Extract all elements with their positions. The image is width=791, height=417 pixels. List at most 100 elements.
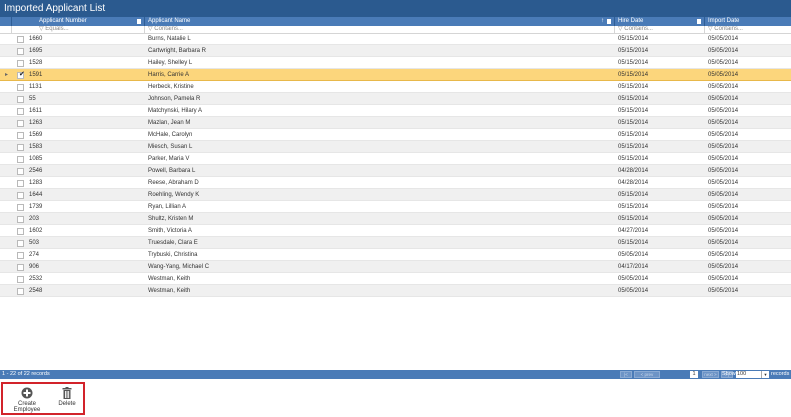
row-checkbox[interactable] [17, 155, 24, 163]
table-row[interactable]: 2548 Westman, Keith 05/05/2014 05/05/2014 [0, 285, 791, 297]
sort-ascending-icon: ↑ [601, 18, 604, 24]
cell-import-date: 05/05/2014 [708, 228, 739, 234]
cell-applicant-name: Powell, Barbara L [148, 168, 196, 174]
column-menu-icon[interactable] [697, 19, 701, 24]
row-checkbox[interactable] [17, 119, 24, 127]
row-checkbox[interactable] [17, 287, 24, 295]
header-select-cell [0, 17, 12, 26]
header-import-date[interactable]: Import Date [705, 17, 791, 26]
cell-import-date: 05/05/2014 [708, 36, 739, 42]
row-checkbox[interactable] [17, 215, 24, 223]
delete-button[interactable]: Delete [54, 387, 80, 407]
table-row[interactable]: 1644 Roehling, Wendy K 05/15/2014 05/05/201… [0, 189, 791, 201]
cell-hire-date: 05/15/2014 [618, 132, 649, 138]
cell-applicant-number: 55 [29, 96, 36, 102]
prev-page-button[interactable]: < prev [634, 371, 660, 378]
table-row[interactable]: 1611 Matchynski, Hilary A 05/15/2014 05/05/… [0, 105, 791, 117]
cell-applicant-number: 1085 [29, 156, 43, 162]
header-applicant-name[interactable]: Applicant Name ↑ [145, 17, 615, 26]
filter-import-date[interactable]: ▽ Contains... [705, 26, 791, 33]
filter-applicant-number[interactable]: ▽ Equals... [12, 26, 145, 33]
table-row[interactable]: 1131 Herbeck, Kristine 05/15/2014 05/05/201… [0, 81, 791, 93]
next-page-button[interactable]: next > [702, 371, 719, 378]
cell-import-date: 05/05/2014 [708, 144, 739, 150]
header-applicant-name-label: Applicant Name [148, 18, 191, 24]
table-row[interactable]: 1602 Smith, Victoria A 04/27/2014 05/05/201… [0, 225, 791, 237]
cell-applicant-number: 1131 [29, 84, 42, 90]
table-row[interactable]: 1528 Hailey, Shelley L 05/15/2014 05/05/201… [0, 57, 791, 69]
row-checkbox[interactable]: ✔ [17, 71, 25, 79]
cell-applicant-name: Miesch, Susan L [148, 144, 193, 150]
header-applicant-number[interactable]: Applicant Number [12, 17, 145, 26]
row-checkbox[interactable] [17, 227, 24, 235]
table-row[interactable]: 2532 Westman, Keith 05/05/2014 05/05/2014 [0, 273, 791, 285]
table-row[interactable]: 274 Trybuski, Christina 05/05/2014 05/05/20… [0, 249, 791, 261]
row-checkbox[interactable] [17, 263, 24, 271]
cell-applicant-name: Cartwright, Barbara R [148, 48, 207, 54]
row-checkbox[interactable] [17, 131, 24, 139]
table-row[interactable]: 55 Johnson, Pamela R 05/15/2014 05/05/2014 [0, 93, 791, 105]
first-page-button[interactable]: |< [620, 371, 632, 378]
row-checkbox[interactable] [17, 251, 24, 259]
create-employee-button[interactable]: Create Employee [5, 387, 49, 413]
row-checkbox[interactable] [17, 83, 24, 91]
current-page-input[interactable]: 1 [690, 371, 698, 378]
table-row[interactable]: 503 Truesdale, Clara E 05/15/2014 05/05/201… [0, 237, 791, 249]
cell-applicant-number: 906 [29, 264, 40, 270]
row-checkbox[interactable] [17, 107, 24, 115]
table-row[interactable]: 1569 McHale, Carolyn 05/15/2014 05/05/2014 [0, 129, 791, 141]
row-checkbox[interactable] [17, 191, 24, 199]
column-menu-icon[interactable] [137, 19, 141, 24]
filter-applicant-name[interactable]: ▽ Contains... [145, 26, 615, 33]
row-checkbox[interactable] [17, 179, 24, 187]
cell-import-date: 05/05/2014 [708, 72, 739, 78]
cell-applicant-number: 1569 [29, 132, 43, 138]
cell-applicant-number: 1583 [29, 144, 43, 150]
page-size-select[interactable]: 100 [736, 371, 761, 378]
cell-import-date: 05/05/2014 [708, 108, 739, 114]
cell-applicant-number: 1695 [29, 48, 43, 54]
cell-applicant-number: 2532 [29, 276, 43, 282]
table-row[interactable]: 2546 Powell, Barbara L 04/28/2014 05/05/201… [0, 165, 791, 177]
header-hire-date[interactable]: Hire Date [615, 17, 705, 26]
cell-applicant-name: Ryan, Lillian A [148, 204, 187, 210]
cell-hire-date: 05/15/2014 [618, 72, 649, 78]
cell-applicant-name: Parker, Maria V [148, 156, 190, 162]
row-checkbox[interactable] [17, 239, 24, 247]
table-row[interactable]: 1695 Cartwright, Barbara R 05/15/2014 05/05… [0, 45, 791, 57]
cell-import-date: 05/05/2014 [708, 132, 739, 138]
cell-applicant-name: Roehling, Wendy K [148, 192, 200, 198]
cell-hire-date: 05/15/2014 [618, 192, 649, 198]
cell-applicant-name: Harris, Carrie A [148, 72, 190, 78]
table-row[interactable]: 203 Shultz, Kristen M 05/15/2014 05/05/2014 [0, 213, 791, 225]
table-row[interactable]: 1283 Reese, Abraham D 04/28/2014 05/05/2014 [0, 177, 791, 189]
cell-applicant-name: Trybuski, Christina [148, 252, 198, 258]
row-checkbox[interactable] [17, 59, 24, 67]
delete-label: Delete [58, 401, 76, 407]
table-row[interactable]: ▸ ✔ 1591 Harris, Carrie A 05/15/2014 05/05/20… [0, 69, 791, 81]
cell-hire-date: 05/15/2014 [618, 216, 649, 222]
row-checkbox[interactable] [17, 203, 24, 211]
cell-applicant-name: Wang-Yang, Michael C [148, 264, 210, 270]
chevron-down-icon[interactable]: ▼ [761, 371, 769, 378]
row-checkbox[interactable] [17, 35, 24, 43]
column-menu-icon[interactable] [607, 19, 611, 24]
cell-import-date: 05/05/2014 [708, 252, 739, 258]
table-row[interactable]: 1085 Parker, Maria V 05/15/2014 05/05/2014 [0, 153, 791, 165]
table-row[interactable]: 1660 Burns, Natalie L 05/15/2014 05/05/2014 [0, 33, 791, 45]
cell-applicant-name: Matchynski, Hilary A [148, 108, 203, 114]
cell-applicant-name: Hailey, Shelley L [148, 60, 193, 66]
row-checkbox[interactable] [17, 95, 24, 103]
filter-hire-date[interactable]: ▽ Contains... [615, 26, 705, 33]
cell-applicant-number: 1644 [29, 192, 43, 198]
table-row[interactable]: 1583 Miesch, Susan L 05/15/2014 05/05/2014 [0, 141, 791, 153]
cell-applicant-name: Burns, Natalie L [148, 36, 191, 42]
row-checkbox[interactable] [17, 167, 24, 175]
cell-applicant-name: Reese, Abraham D [148, 180, 199, 186]
table-row[interactable]: 1263 Mazlan, Jean M 05/15/2014 05/05/2014 [0, 117, 791, 129]
table-row[interactable]: 1739 Ryan, Lillian A 05/15/2014 05/05/2014 [0, 201, 791, 213]
row-checkbox[interactable] [17, 47, 24, 55]
row-checkbox[interactable] [17, 275, 24, 283]
table-row[interactable]: 906 Wang-Yang, Michael C 04/17/2014 05/05/2… [0, 261, 791, 273]
row-checkbox[interactable] [17, 143, 24, 151]
